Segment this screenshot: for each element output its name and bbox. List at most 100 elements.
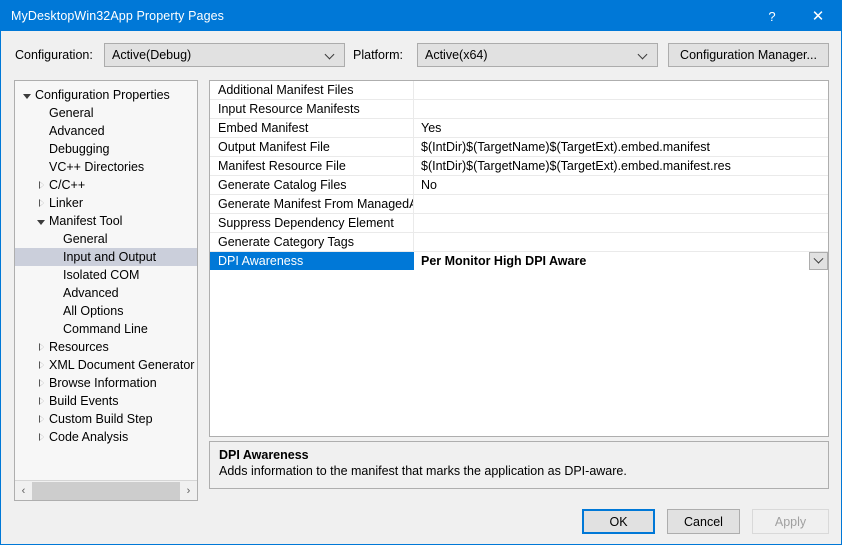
- description-body: Adds information to the manifest that ma…: [219, 464, 627, 478]
- tree-item-label: Input and Output: [63, 250, 157, 264]
- apply-button: Apply: [752, 509, 829, 534]
- chevron-down-icon: [326, 50, 336, 60]
- property-grid[interactable]: Additional Manifest Files Input Resource …: [209, 80, 829, 437]
- property-row[interactable]: Generate Manifest From ManagedAssembly: [210, 195, 828, 214]
- configuration-manager-button[interactable]: Configuration Manager...: [668, 43, 829, 67]
- property-name: Generate Category Tags: [210, 233, 414, 251]
- tree-item-debugging[interactable]: Debugging: [15, 140, 197, 158]
- cancel-button[interactable]: Cancel: [667, 509, 740, 534]
- property-value[interactable]: [414, 100, 828, 118]
- property-value[interactable]: Per Monitor High DPI Aware: [414, 252, 828, 270]
- tree-item-label: General: [49, 106, 94, 120]
- expander-glyph: [38, 361, 44, 369]
- property-name: Manifest Resource File: [210, 157, 414, 175]
- property-row[interactable]: Embed Manifest Yes: [210, 119, 828, 138]
- tree-item-browse-information[interactable]: Browse Information: [15, 374, 197, 392]
- tree-item-command-line[interactable]: Command Line: [15, 320, 197, 338]
- property-value[interactable]: [414, 214, 828, 232]
- property-value[interactable]: [414, 233, 828, 251]
- property-row[interactable]: Suppress Dependency Element: [210, 214, 828, 233]
- tree-horizontal-scrollbar[interactable]: ‹ ›: [15, 480, 197, 500]
- chevron-right-icon[interactable]: [33, 392, 49, 410]
- configuration-combobox[interactable]: Active(Debug): [104, 43, 345, 67]
- tree-item-general[interactable]: General: [15, 104, 197, 122]
- chevron-right-icon[interactable]: [33, 338, 49, 356]
- tree-item-code-analysis[interactable]: Code Analysis: [15, 428, 197, 446]
- property-row[interactable]: DPI Awareness Per Monitor High DPI Aware: [210, 252, 828, 271]
- property-name: Generate Catalog Files: [210, 176, 414, 194]
- property-pages-dialog: MyDesktopWin32App Property Pages ? ✕ Con…: [0, 0, 842, 545]
- tree-item-input-and-output[interactable]: Input and Output: [15, 248, 197, 266]
- chevron-right-icon[interactable]: [33, 194, 49, 212]
- scrollbar-track[interactable]: [32, 481, 180, 500]
- tree-item-all-options[interactable]: All Options: [15, 302, 197, 320]
- configuration-value: Active(Debug): [112, 48, 192, 62]
- scroll-left-icon[interactable]: ‹: [15, 481, 32, 500]
- tree-item-c-c[interactable]: C/C++: [15, 176, 197, 194]
- description-title: DPI Awareness: [219, 448, 309, 462]
- property-row[interactable]: Input Resource Manifests: [210, 100, 828, 119]
- property-name: Embed Manifest: [210, 119, 414, 137]
- tree-item-label: Manifest Tool: [49, 214, 123, 228]
- property-name: DPI Awareness: [210, 252, 414, 270]
- property-value[interactable]: [414, 195, 828, 213]
- tree-item-label: Code Analysis: [49, 430, 129, 444]
- property-row[interactable]: Additional Manifest Files: [210, 81, 828, 100]
- property-row[interactable]: Output Manifest File $(IntDir)$(TargetNam…: [210, 138, 828, 157]
- platform-combobox[interactable]: Active(x64): [417, 43, 658, 67]
- property-row[interactable]: Manifest Resource File $(IntDir)$(TargetN…: [210, 157, 828, 176]
- chevron-right-icon[interactable]: [33, 374, 49, 392]
- scrollbar-thumb[interactable]: [32, 481, 180, 500]
- ok-button[interactable]: OK: [582, 509, 655, 534]
- configuration-tree[interactable]: Configuration Properties General Advanced D…: [15, 86, 197, 479]
- configuration-tree-panel: Configuration Properties General Advanced D…: [14, 80, 198, 501]
- tree-item-advanced[interactable]: Advanced: [15, 122, 197, 140]
- expander-glyph: [38, 397, 44, 405]
- chevron-right-icon[interactable]: [33, 428, 49, 446]
- chevron-down-icon[interactable]: [19, 86, 35, 104]
- platform-label: Platform:: [353, 48, 404, 62]
- property-value[interactable]: $(IntDir)$(TargetName)$(TargetExt).embed…: [414, 138, 828, 156]
- window-title: MyDesktopWin32App Property Pages: [11, 9, 225, 23]
- tree-item-xml-document-generator[interactable]: XML Document Generator: [15, 356, 197, 374]
- platform-value: Active(x64): [425, 48, 488, 62]
- scroll-right-icon[interactable]: ›: [180, 481, 197, 500]
- tree-item-build-events[interactable]: Build Events: [15, 392, 197, 410]
- chevron-right-icon[interactable]: [33, 410, 49, 428]
- expander-glyph: [38, 199, 44, 207]
- property-value[interactable]: No: [414, 176, 828, 194]
- property-row[interactable]: Generate Catalog Files No: [210, 176, 828, 195]
- tree-item-advanced[interactable]: Advanced: [15, 284, 197, 302]
- tree-item-label: Resources: [49, 340, 109, 354]
- value-dropdown-icon[interactable]: [809, 252, 828, 270]
- property-value[interactable]: Yes: [414, 119, 828, 137]
- help-icon[interactable]: ?: [749, 1, 795, 31]
- tree-item-linker[interactable]: Linker: [15, 194, 197, 212]
- tree-item-vc-directories[interactable]: VC++ Directories: [15, 158, 197, 176]
- close-icon[interactable]: ✕: [795, 1, 841, 31]
- tree-item-general[interactable]: General: [15, 230, 197, 248]
- tree-item-label: All Options: [63, 304, 124, 318]
- expander-glyph: [38, 415, 44, 423]
- chevron-down-icon[interactable]: [33, 212, 49, 230]
- configuration-label: Configuration:: [15, 48, 93, 62]
- chevron-right-icon[interactable]: [33, 356, 49, 374]
- tree-item-manifest-tool[interactable]: Manifest Tool: [15, 212, 197, 230]
- tree-item-configuration-properties[interactable]: Configuration Properties: [15, 86, 197, 104]
- tree-item-label: Command Line: [63, 322, 148, 336]
- tree-item-custom-build-step[interactable]: Custom Build Step: [15, 410, 197, 428]
- tree-item-resources[interactable]: Resources: [15, 338, 197, 356]
- property-row[interactable]: Generate Category Tags: [210, 233, 828, 252]
- chevron-right-icon[interactable]: [33, 176, 49, 194]
- tree-item-label: Linker: [49, 196, 84, 210]
- tree-item-label: Browse Information: [49, 376, 157, 390]
- tree-item-label: Build Events: [49, 394, 119, 408]
- property-value[interactable]: $(IntDir)$(TargetName)$(TargetExt).embed…: [414, 157, 828, 175]
- property-name: Output Manifest File: [210, 138, 414, 156]
- property-value[interactable]: [414, 81, 828, 99]
- tree-item-label: C/C++: [49, 178, 86, 192]
- tree-item-isolated-com[interactable]: Isolated COM: [15, 266, 197, 284]
